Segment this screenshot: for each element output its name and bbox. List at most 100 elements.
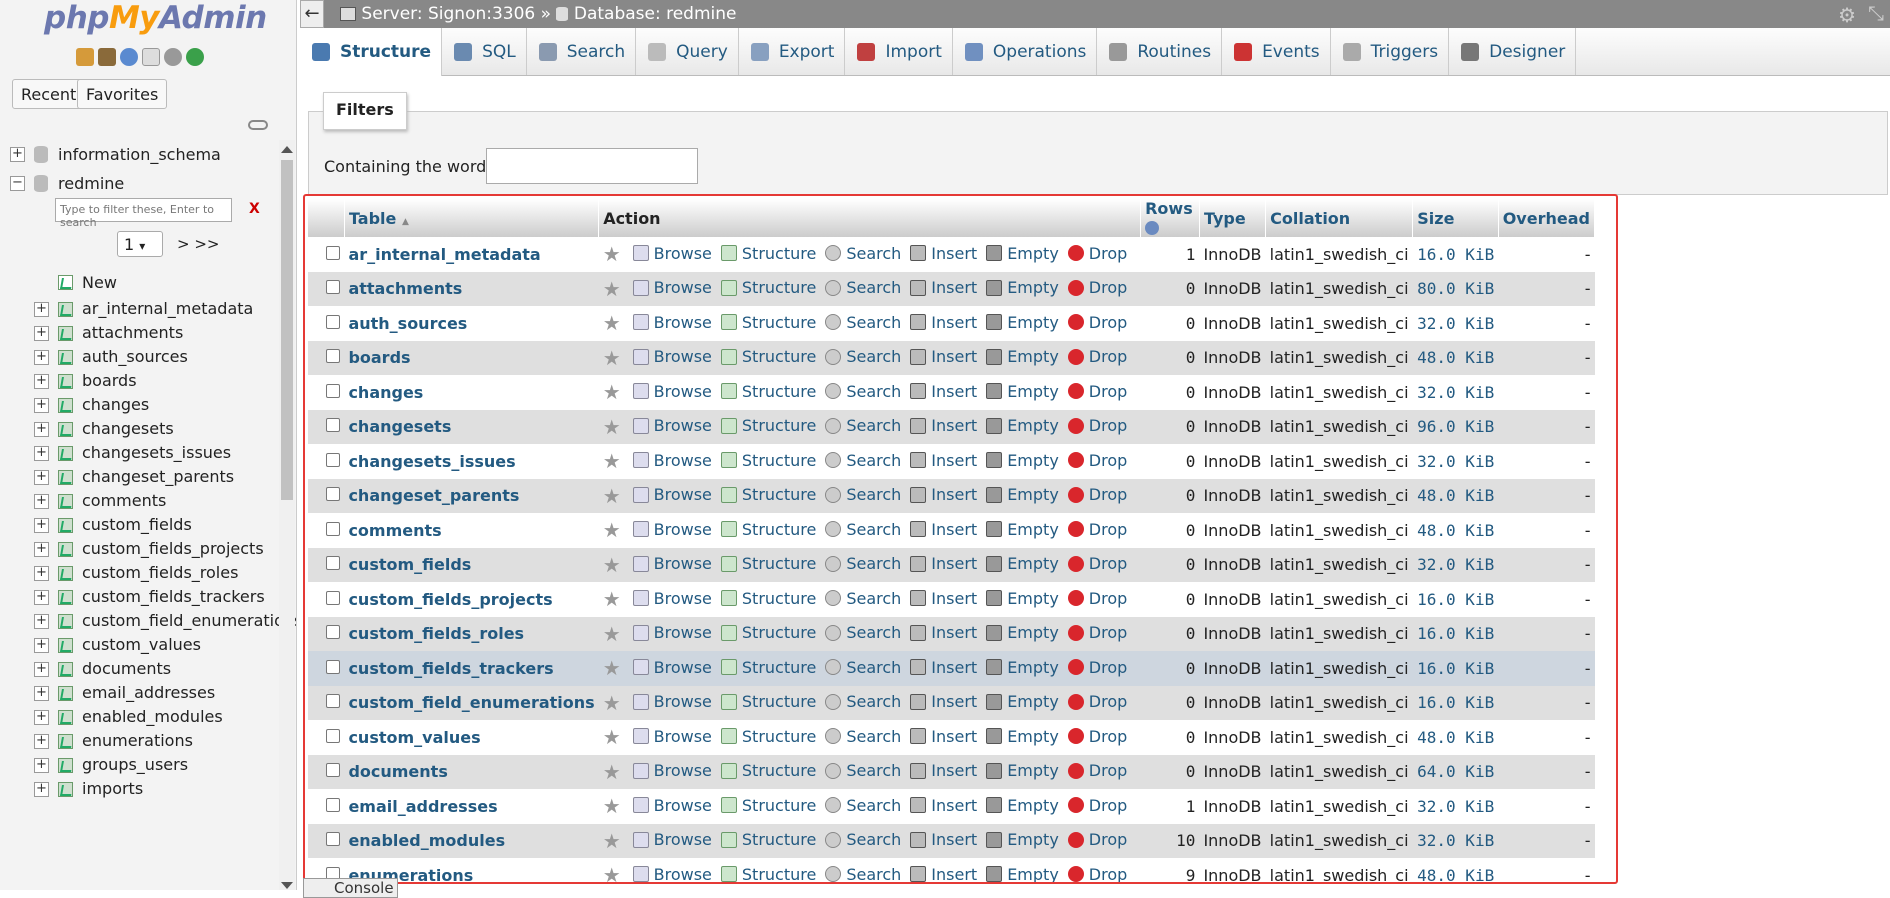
table-row[interactable]: custom_fields_projects ★ Browse Structure Se… (308, 582, 1595, 617)
empty-link[interactable]: Empty (986, 761, 1059, 780)
drop-link[interactable]: Drop (1067, 485, 1127, 504)
sidebar-table-item[interactable]: + custom_fields_roles (8, 561, 286, 585)
sidebar-table-item[interactable]: + changeset_parents (8, 465, 286, 489)
structure-link[interactable]: Structure (720, 313, 816, 332)
favorite-star-icon[interactable]: ★ (603, 794, 621, 818)
expand-icon[interactable]: + (34, 734, 49, 749)
insert-link[interactable]: Insert (910, 278, 977, 297)
containing-word-input[interactable] (486, 148, 698, 184)
home-icon[interactable] (76, 48, 94, 66)
sidebar-table-item[interactable]: + enabled_modules (8, 705, 286, 729)
browse-link[interactable]: Browse (632, 554, 712, 573)
structure-link[interactable]: Structure (720, 865, 816, 882)
insert-link[interactable]: Insert (910, 244, 977, 263)
sidebar-table-item[interactable]: + custom_fields_trackers (8, 585, 286, 609)
table-size[interactable]: 32.0 KiB (1412, 547, 1499, 582)
sidebar-table-item[interactable]: + enumerations (8, 729, 286, 753)
expand-icon[interactable]: + (34, 494, 49, 509)
table-row[interactable]: custom_fields_roles ★ Browse Structure Searc… (308, 616, 1595, 651)
sidebar-table-item[interactable]: + custom_field_enumerations (8, 609, 296, 633)
table-size[interactable]: 96.0 KiB (1412, 409, 1499, 444)
tab-search[interactable]: Search (527, 28, 637, 75)
table-size[interactable]: 48.0 KiB (1412, 478, 1499, 513)
table-structure-icon[interactable] (58, 686, 73, 701)
table-row[interactable]: auth_sources ★ Browse Structure Search Insert… (308, 306, 1595, 341)
sidebar-table-item[interactable]: + comments (8, 489, 286, 513)
expand-icon[interactable]: + (34, 326, 49, 341)
empty-link[interactable]: Empty (986, 623, 1059, 642)
table-row[interactable]: comments ★ Browse Structure Search Insert Empt… (308, 513, 1595, 548)
drop-link[interactable]: Drop (1067, 313, 1127, 332)
insert-link[interactable]: Insert (910, 727, 977, 746)
scrollbar-thumb[interactable] (281, 160, 293, 500)
table-size[interactable]: 80.0 KiB (1412, 271, 1499, 306)
help-icon[interactable] (120, 48, 138, 66)
row-checkbox[interactable] (326, 832, 340, 847)
expand-icon[interactable]: + (34, 374, 49, 389)
size-column-header[interactable]: Size (1412, 199, 1499, 237)
reload-icon[interactable] (186, 48, 204, 66)
expand-icon[interactable]: + (34, 614, 49, 629)
empty-link[interactable]: Empty (986, 278, 1059, 297)
table-row[interactable]: changesets ★ Browse Structure Search Insert Em… (308, 409, 1595, 444)
expand-icon[interactable]: + (34, 710, 49, 725)
insert-link[interactable]: Insert (910, 692, 977, 711)
table-structure-icon[interactable] (58, 662, 73, 677)
table-structure-icon[interactable] (58, 590, 73, 605)
row-checkbox[interactable] (326, 521, 340, 536)
favorites-button[interactable]: Favorites (77, 79, 168, 109)
close-icon[interactable]: ⤡ (1868, 1, 1884, 25)
table-filter-input[interactable]: Type to filter these, Enter to search (55, 198, 232, 229)
drop-link[interactable]: Drop (1067, 589, 1127, 608)
row-checkbox[interactable] (326, 659, 340, 674)
structure-link[interactable]: Structure (720, 416, 816, 435)
table-name-link[interactable]: comments (348, 521, 441, 540)
structure-link[interactable]: Structure (720, 658, 816, 677)
empty-link[interactable]: Empty (986, 382, 1059, 401)
structure-link[interactable]: Structure (720, 623, 816, 642)
row-checkbox[interactable] (326, 383, 340, 398)
table-name-link[interactable]: custom_fields (348, 555, 471, 574)
tab-triggers[interactable]: Triggers (1331, 28, 1450, 75)
tab-sql[interactable]: SQL (442, 28, 527, 75)
tab-query[interactable]: Query (636, 28, 739, 75)
favorite-star-icon[interactable]: ★ (603, 449, 621, 473)
search-link[interactable]: Search (825, 865, 901, 882)
row-checkbox[interactable] (326, 314, 340, 329)
sidebar-table-item[interactable]: + groups_users (8, 753, 286, 777)
favorite-star-icon[interactable]: ★ (603, 656, 621, 680)
collation-column-header[interactable]: Collation (1265, 199, 1414, 237)
empty-link[interactable]: Empty (986, 416, 1059, 435)
page-next-links[interactable]: > >> (177, 235, 219, 253)
tree-db-information-schema[interactable]: + information_schema (8, 140, 286, 169)
row-checkbox[interactable] (326, 245, 340, 260)
table-name-link[interactable]: custom_values (348, 728, 480, 747)
table-name-link[interactable]: documents (348, 762, 447, 781)
favorite-star-icon[interactable]: ★ (603, 553, 621, 577)
table-row[interactable]: custom_values ★ Browse Structure Search Inser… (308, 720, 1595, 755)
insert-link[interactable]: Insert (910, 347, 977, 366)
table-structure-icon[interactable] (58, 638, 73, 653)
drop-link[interactable]: Drop (1067, 278, 1127, 297)
insert-link[interactable]: Insert (910, 485, 977, 504)
sidebar-table-item[interactable]: + boards (8, 369, 286, 393)
expand-icon[interactable]: + (34, 470, 49, 485)
empty-link[interactable]: Empty (986, 865, 1059, 882)
favorite-star-icon[interactable]: ★ (603, 829, 621, 853)
sidebar-table-item[interactable]: + ar_internal_metadata (8, 297, 286, 321)
browse-link[interactable]: Browse (632, 658, 712, 677)
drop-link[interactable]: Drop (1067, 761, 1127, 780)
drop-link[interactable]: Drop (1067, 554, 1127, 573)
expand-icon[interactable]: + (34, 686, 49, 701)
insert-link[interactable]: Insert (910, 416, 977, 435)
row-checkbox[interactable] (326, 556, 340, 571)
drop-link[interactable]: Drop (1067, 416, 1127, 435)
row-checkbox[interactable] (326, 349, 340, 364)
favorite-star-icon[interactable]: ★ (603, 725, 621, 749)
search-link[interactable]: Search (825, 451, 901, 470)
drop-link[interactable]: Drop (1067, 347, 1127, 366)
table-row[interactable]: changes ★ Browse Structure Search Insert Empty… (308, 375, 1595, 410)
row-checkbox[interactable] (326, 280, 340, 295)
expand-icon[interactable]: + (34, 302, 49, 317)
table-size[interactable]: 16.0 KiB (1412, 582, 1499, 617)
